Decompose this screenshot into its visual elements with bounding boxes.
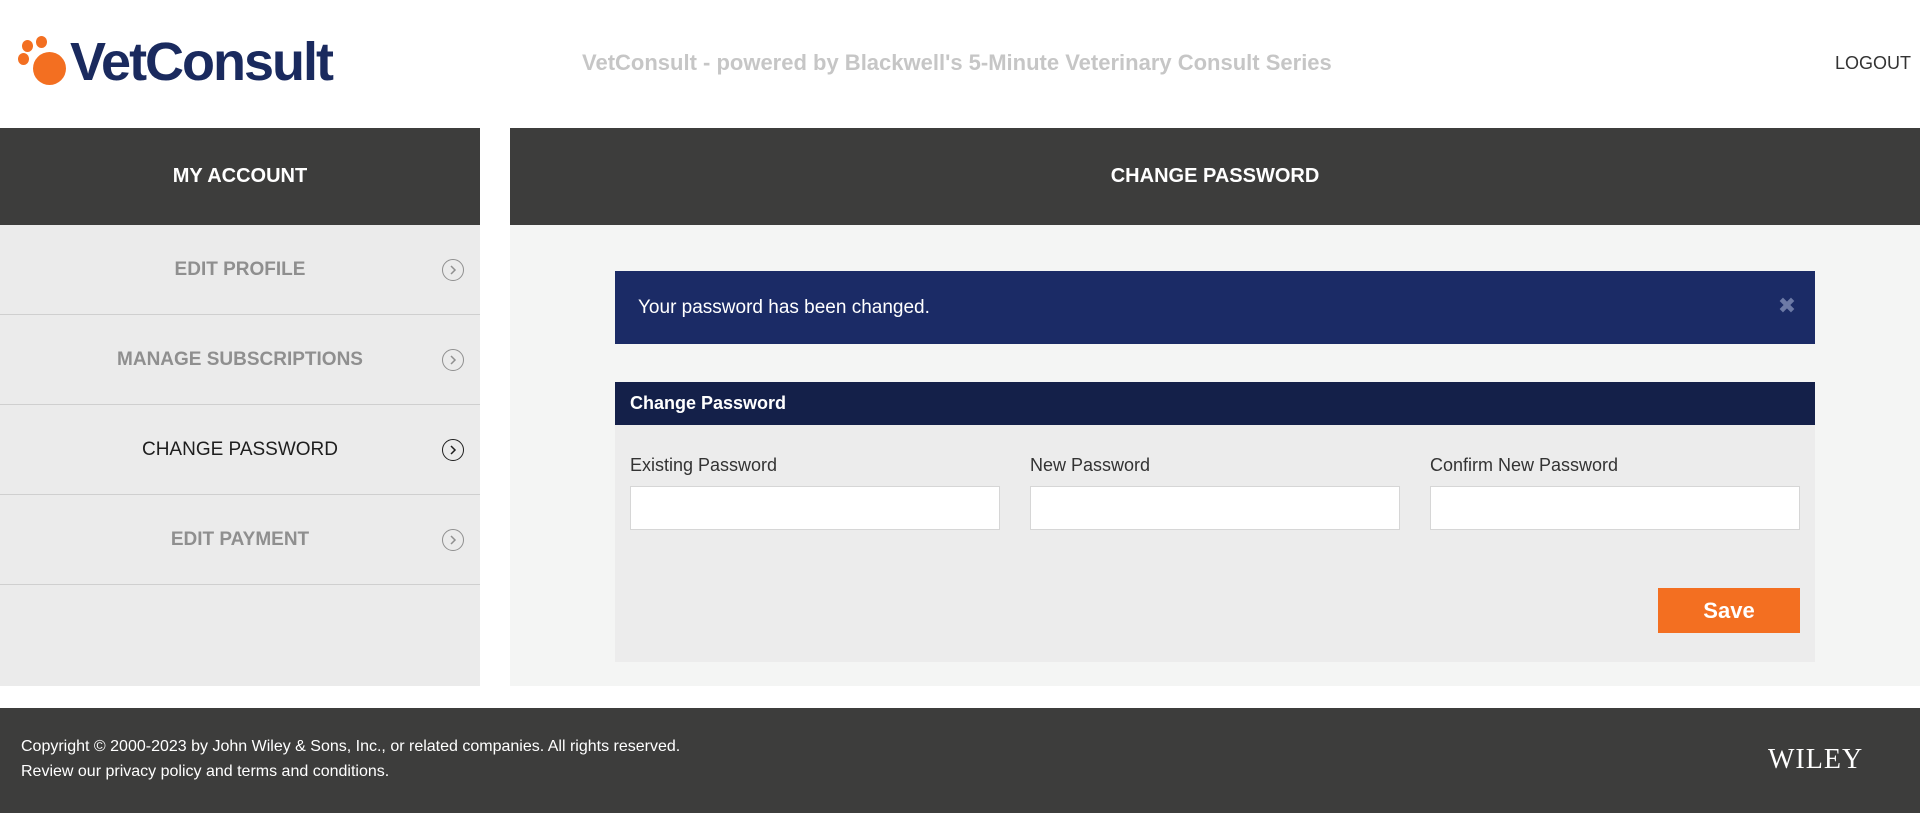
page-title: CHANGE PASSWORD [510, 128, 1920, 225]
success-alert: Your password has been changed. ✖ [615, 271, 1815, 344]
confirm-password-input[interactable] [1430, 486, 1800, 530]
chevron-right-icon [442, 439, 464, 461]
terms-link[interactable]: terms and conditions [237, 763, 385, 780]
existing-password-label: Existing Password [630, 455, 778, 475]
site-footer: Copyright © 2000-2023 by John Wiley & So… [0, 708, 1920, 813]
account-sidebar: MY ACCOUNT EDIT PROFILE MANAGE SUBSCRIPT… [0, 128, 480, 686]
sidebar-item-manage-subscriptions[interactable]: MANAGE SUBSCRIPTIONS [0, 315, 480, 405]
sidebar-item-label: EDIT PAYMENT [170, 528, 310, 550]
confirm-password-group: Confirm New Password [1430, 455, 1800, 530]
existing-password-group: Existing Password [630, 455, 1000, 530]
vetconsult-logo[interactable]: VetConsult [18, 32, 334, 92]
save-button[interactable]: Save [1658, 588, 1800, 633]
chevron-right-icon [442, 259, 464, 281]
sidebar-item-label: CHANGE PASSWORD [141, 438, 338, 460]
alert-message: Your password has been changed. [638, 296, 930, 318]
period-text: . [384, 763, 390, 780]
close-icon[interactable]: ✖ [1777, 295, 1797, 317]
paw-icon [18, 36, 68, 88]
and-text: and [201, 763, 238, 780]
sidebar-title: MY ACCOUNT [0, 128, 480, 225]
confirm-password-label: Confirm New Password [1430, 455, 1619, 475]
logo-text: VetConsult [70, 32, 334, 92]
new-password-input[interactable] [1030, 486, 1400, 530]
sidebar-item-change-password[interactable]: CHANGE PASSWORD [0, 405, 480, 495]
wiley-logo[interactable]: WILEY [1768, 744, 1863, 776]
sidebar-item-edit-payment[interactable]: EDIT PAYMENT [0, 495, 480, 585]
sidebar-item-label: MANAGE SUBSCRIPTIONS [117, 348, 363, 370]
copyright-text: Copyright © 2000-2023 by John Wiley & So… [21, 738, 681, 755]
sidebar-item-edit-profile[interactable]: EDIT PROFILE [0, 225, 480, 315]
legal-links: Review our privacy policy and terms and … [21, 763, 389, 781]
site-tagline: VetConsult - powered by Blackwell's 5-Mi… [582, 50, 1332, 75]
main-content: CHANGE PASSWORD Your password has been c… [510, 128, 1920, 686]
new-password-group: New Password [1030, 455, 1400, 530]
panel-title: Change Password [615, 382, 1815, 425]
site-header: VetConsult VetConsult - powered by Black… [0, 0, 1920, 128]
logout-link[interactable]: LOGOUT [1835, 53, 1911, 74]
sidebar-item-label: EDIT PROFILE [174, 258, 306, 280]
existing-password-input[interactable] [630, 486, 1000, 530]
new-password-label: New Password [1030, 455, 1151, 475]
chevron-right-icon [442, 349, 464, 371]
privacy-policy-link[interactable]: privacy policy [105, 763, 201, 780]
review-text: Review our [21, 763, 106, 780]
change-password-panel: Change Password Existing Password New Pa… [615, 382, 1815, 662]
chevron-right-icon [442, 529, 464, 551]
